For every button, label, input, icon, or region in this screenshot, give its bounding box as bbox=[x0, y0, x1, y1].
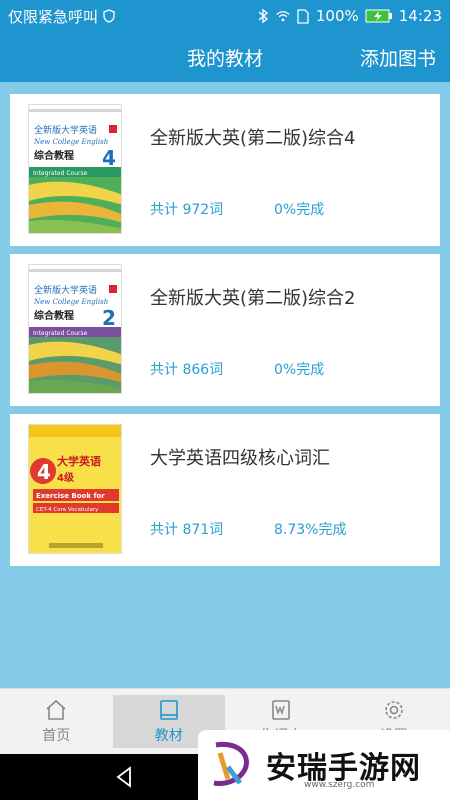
status-bar: 仅限紧急呼叫 100% 14:23 bbox=[0, 0, 450, 32]
watermark-logo-icon bbox=[213, 741, 249, 786]
battery-icon bbox=[365, 9, 393, 23]
sim-icon bbox=[296, 8, 310, 24]
cover-series: 全新版大学英语 bbox=[34, 124, 97, 136]
nav-textbook-label: 教材 bbox=[154, 728, 183, 744]
cover-volume-number: 4 bbox=[102, 146, 116, 170]
cover-level: 4级 bbox=[57, 471, 75, 484]
book-cover: 全新版大学英语 New College English 综合教程 4 Integ… bbox=[28, 104, 122, 234]
cover-course-label: Integrated Course bbox=[33, 170, 88, 177]
svg-text:4: 4 bbox=[37, 460, 51, 484]
home-icon bbox=[46, 699, 66, 720]
cover-series: 大学英语 bbox=[57, 454, 101, 468]
app-header: 我的教材 添加图书 bbox=[0, 32, 450, 82]
battery-percent: 100% bbox=[315, 7, 359, 25]
carrier-text: 仅限紧急呼叫 bbox=[8, 7, 99, 26]
back-icon[interactable] bbox=[112, 764, 138, 790]
cover-volume-number: 2 bbox=[102, 306, 116, 330]
word-count: 共计 866词 bbox=[150, 362, 224, 378]
book-card[interactable]: 全新版大学英语 New College English 综合教程 2 Integ… bbox=[10, 254, 440, 406]
progress-text: 0%完成 bbox=[274, 202, 325, 218]
add-book-button[interactable]: 添加图书 bbox=[360, 44, 436, 71]
cover-english-title: New College English bbox=[33, 298, 108, 306]
cover-subtitle: 综合教程 bbox=[34, 149, 74, 162]
shield-icon bbox=[102, 9, 116, 23]
book-title: 全新版大英(第二版)综合4 bbox=[150, 128, 356, 149]
nav-home[interactable]: 首页 bbox=[0, 689, 113, 754]
wifi-icon bbox=[276, 9, 290, 23]
cover-series: 全新版大学英语 bbox=[34, 284, 97, 296]
book-list: 全新版大学英语 New College English 综合教程 4 Integ… bbox=[10, 94, 440, 574]
cover-english-title: Exercise Book for bbox=[36, 492, 105, 500]
book-icon bbox=[159, 700, 178, 720]
book-cover: 4 大学英语 4级 Exercise Book for CET-4 Core V… bbox=[28, 424, 122, 554]
book-title: 全新版大英(第二版)综合2 bbox=[150, 288, 356, 309]
cover-course-label: Integrated Course bbox=[33, 330, 88, 337]
word-count: 共计 871词 bbox=[150, 522, 224, 538]
word-count: 共计 972词 bbox=[150, 202, 224, 218]
book-title: 大学英语四级核心词汇 bbox=[150, 448, 330, 469]
progress-text: 0%完成 bbox=[274, 362, 325, 378]
cover-subtitle: 综合教程 bbox=[34, 309, 74, 322]
cover-english-subtitle: CET-4 Core Vocabulary bbox=[36, 507, 99, 513]
book-cover: 全新版大学英语 New College English 综合教程 2 Integ… bbox=[28, 264, 122, 394]
progress-text: 8.73%完成 bbox=[274, 522, 347, 538]
bluetooth-icon bbox=[256, 8, 270, 24]
nav-home-label: 首页 bbox=[42, 728, 71, 744]
notebook-icon bbox=[272, 700, 291, 720]
book-card[interactable]: 全新版大学英语 New College English 综合教程 4 Integ… bbox=[10, 94, 440, 246]
gear-icon bbox=[384, 701, 403, 719]
clock: 14:23 bbox=[398, 7, 442, 25]
watermark-url: www.szerg.com bbox=[304, 780, 375, 790]
book-card[interactable]: 4 大学英语 4级 Exercise Book for CET-4 Core V… bbox=[10, 414, 440, 566]
cover-english-title: New College English bbox=[33, 138, 108, 146]
